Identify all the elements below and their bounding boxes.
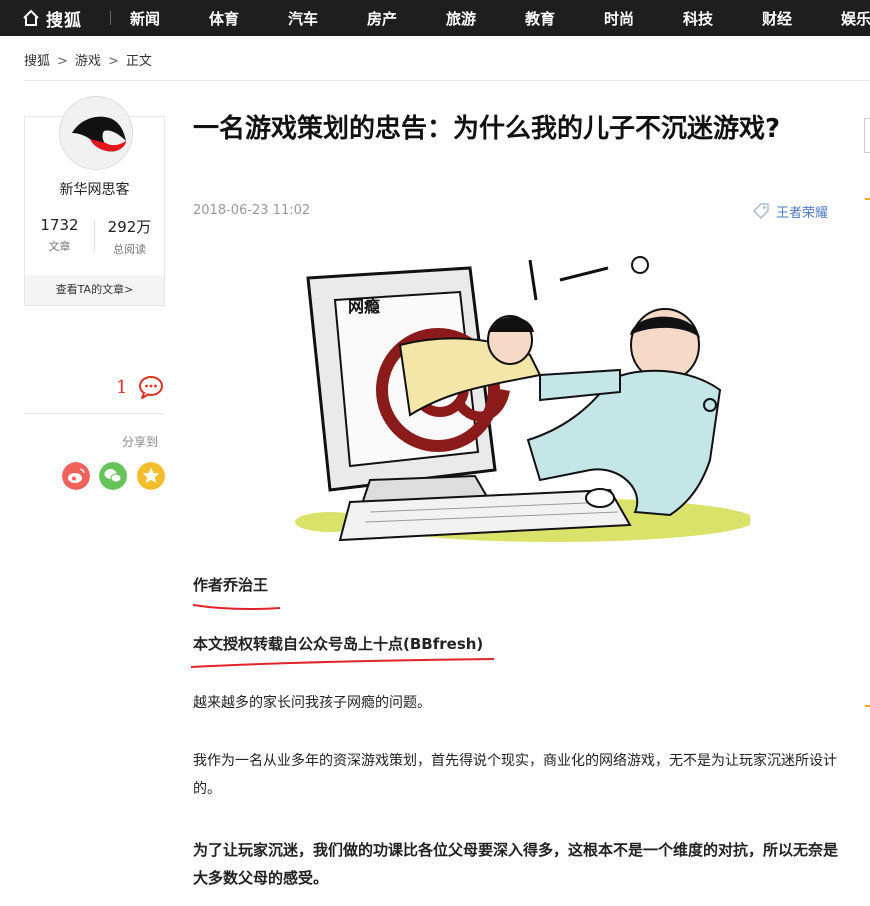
author-reads-stat: 292万 总阅读 xyxy=(95,216,164,257)
article-illustration: 网瘾 xyxy=(295,256,750,542)
weibo-icon[interactable] xyxy=(62,462,90,490)
nav-item-education[interactable]: 教育 xyxy=(525,8,555,29)
breadcrumb-games[interactable]: 游戏 xyxy=(75,54,101,69)
breadcrumb-separator: > xyxy=(57,54,68,69)
author-card: 新华网思客 1732 文章 292万 总阅读 查看TA的文章> xyxy=(24,96,165,306)
publish-date: 2018-06-23 11:02 xyxy=(193,203,311,218)
view-author-articles-link[interactable]: 查看TA的文章> xyxy=(25,275,164,305)
sohu-home-logo[interactable]: 搜狐 xyxy=(22,5,82,31)
articles-count: 1732 xyxy=(40,216,79,234)
nav-item-entertainment[interactable]: 娱乐 xyxy=(841,8,870,29)
article-title: 一名游戏策划的忠告：为什么我的儿子不沉迷游戏? xyxy=(193,114,781,144)
home-icon xyxy=(23,9,39,26)
red-underline-mark xyxy=(192,604,281,610)
nav-item-news[interactable]: 新闻 xyxy=(130,8,160,29)
reads-label: 总阅读 xyxy=(113,243,146,256)
red-underline-mark xyxy=(190,658,495,668)
comment-count[interactable]: 1 xyxy=(116,377,127,398)
nav-item-realestate[interactable]: 房产 xyxy=(367,8,397,29)
repost-source: 本文授权转载自公众号岛上十点(BBfresh) xyxy=(193,635,484,653)
article-paragraph: 越来越多的家长问我孩子网瘾的问题。 xyxy=(193,695,431,711)
share-label: 分享到 xyxy=(122,435,159,449)
logo-text: 搜狐 xyxy=(46,10,82,31)
top-navigation-bar: 搜狐 新闻 体育 汽车 房产 旅游 教育 时尚 科技 财经 娱乐 xyxy=(0,0,870,36)
right-sidebar-marker xyxy=(865,198,870,200)
article-paragraph: 我作为一名从业多年的资深游戏策划，首先得说个现实，商业化的网络游戏，无不是为让玩… xyxy=(193,753,837,797)
sidebar-divider xyxy=(24,413,164,414)
nav-divider xyxy=(110,11,111,25)
reads-count: 292万 xyxy=(107,218,152,236)
breadcrumb-current: 正文 xyxy=(125,54,152,69)
right-sidebar-box-edge[interactable] xyxy=(864,118,870,153)
nav-item-travel[interactable]: 旅游 xyxy=(446,8,476,29)
breadcrumb-separator: > xyxy=(107,54,119,69)
author-credit: 作者乔治王 xyxy=(193,576,269,594)
nav-item-tech[interactable]: 科技 xyxy=(683,8,713,29)
breadcrumb: 搜狐 > 游戏 > 正文 xyxy=(24,50,152,69)
header-divider xyxy=(24,80,870,81)
article-tag[interactable]: 王者荣耀 xyxy=(752,201,828,221)
favorite-star-icon[interactable] xyxy=(137,462,165,490)
wechat-icon[interactable] xyxy=(99,462,127,490)
tag-icon xyxy=(753,203,769,219)
illustration-screen-label: 网瘾 xyxy=(348,297,380,316)
xinhua-sike-logo-icon xyxy=(60,97,132,169)
article-paragraph-bold: 为了让玩家沉迷，我们做的功课比各位父母要深入得多，这根本不是一个维度的对抗，所以… xyxy=(193,841,839,887)
nav-item-finance[interactable]: 财经 xyxy=(762,8,792,29)
comment-icon[interactable] xyxy=(138,375,164,399)
tag-label: 王者荣耀 xyxy=(776,205,829,221)
right-sidebar-marker xyxy=(865,705,870,707)
author-name[interactable]: 新华网思客 xyxy=(25,179,164,199)
breadcrumb-home[interactable]: 搜狐 xyxy=(24,54,50,69)
articles-label: 文章 xyxy=(48,240,71,253)
author-avatar[interactable] xyxy=(59,96,133,170)
nav-item-sports[interactable]: 体育 xyxy=(209,8,239,29)
nav-item-auto[interactable]: 汽车 xyxy=(288,8,318,29)
nav-item-fashion[interactable]: 时尚 xyxy=(604,8,634,29)
author-articles-stat: 1732 文章 xyxy=(25,216,94,254)
